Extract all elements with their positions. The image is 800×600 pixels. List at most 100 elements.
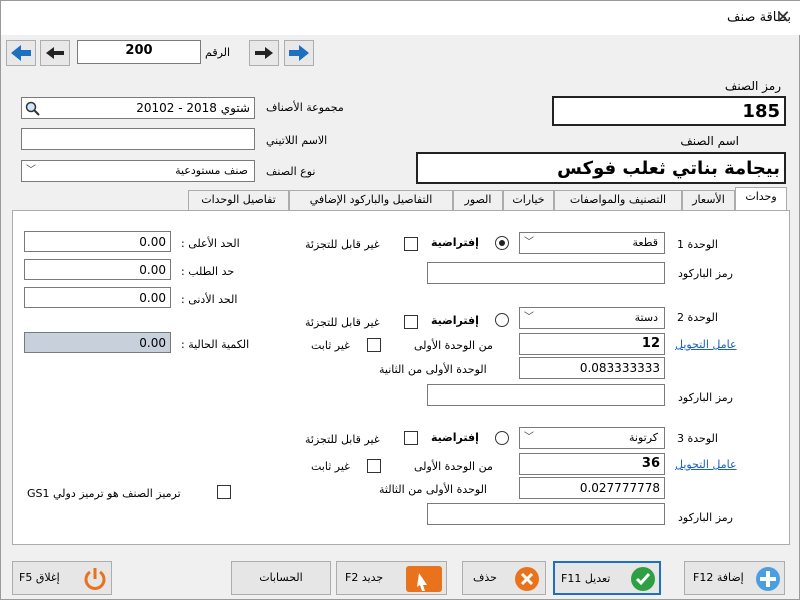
unit3-not-fixed-checkbox[interactable]: [367, 459, 381, 473]
max-limit-label: الحد الأعلى :: [181, 237, 240, 250]
new-document-icon: [406, 566, 442, 592]
x-circle-icon: [515, 567, 539, 591]
unit2-barcode-field[interactable]: [427, 384, 665, 406]
unit3-factor-link[interactable]: عامل التحويل: [675, 458, 737, 471]
plus-circle-icon: [756, 567, 780, 591]
nav-prev-button[interactable]: [40, 40, 70, 66]
order-limit-field[interactable]: 0.00: [24, 259, 171, 280]
power-icon: [84, 568, 106, 590]
item-group-field[interactable]: 20102 - شتوي 2018: [21, 97, 255, 119]
gs1-label: ترميز الصنف هو ترميز دولي GS1: [27, 487, 181, 500]
delete-label: حذف: [473, 571, 497, 584]
unit3-value: كرتونة: [628, 431, 658, 444]
unit3-indivisible-checkbox[interactable]: [404, 431, 418, 445]
unit2-default-radio[interactable]: [495, 313, 509, 327]
dialog-window: بطاقة صنف ✕ 200 الرقم رمز الصنف 185 اسم …: [0, 0, 800, 600]
unit1-select[interactable]: ﹀ قطعة: [519, 232, 665, 254]
item-code-label: رمز الصنف: [724, 79, 781, 93]
unit2-from-first-field[interactable]: 12: [519, 333, 665, 355]
item-type-value: صنف مستودعية: [175, 164, 248, 177]
unit2-label: الوحدة 2: [677, 311, 718, 324]
tab-classification[interactable]: التصنيف والمواصفات: [554, 190, 682, 210]
unit2-not-fixed-label: غير ثابت: [311, 339, 350, 352]
item-group-label: مجموعة الأصناف: [266, 101, 344, 114]
item-name-field[interactable]: بيجامة بناتي ثعلب فوكس: [416, 152, 786, 184]
unit3-select[interactable]: ﹀ كرتونة: [519, 427, 665, 449]
unit2-indivisible-checkbox[interactable]: [404, 315, 418, 329]
unit2-factor-link[interactable]: عامل التحويل: [675, 338, 737, 351]
close-window-button[interactable]: ✕: [769, 5, 797, 31]
min-limit-label: الحد الأدنى :: [181, 293, 238, 306]
nav-next-button[interactable]: [249, 40, 279, 66]
nav-last-button[interactable]: [6, 40, 36, 66]
chevron-down-icon: ﹀: [524, 237, 534, 248]
gs1-checkbox[interactable]: [217, 485, 231, 499]
unit3-barcode-field[interactable]: [427, 503, 665, 525]
unit3-not-fixed-label: غير ثابت: [311, 460, 350, 473]
item-code-field[interactable]: 185: [552, 96, 786, 126]
item-type-select[interactable]: ﹀ صنف مستودعية: [21, 160, 255, 182]
check-circle-icon: [631, 567, 655, 591]
close-button[interactable]: إغلاق F5: [12, 561, 112, 595]
unit3-first-from-field[interactable]: 0.027777778: [519, 477, 665, 499]
unit1-barcode-field[interactable]: [427, 262, 665, 284]
unit2-select[interactable]: ﹀ دستة: [519, 307, 665, 329]
nav-first-button[interactable]: [284, 40, 314, 66]
arrow-left-blue-icon: [11, 45, 31, 61]
chevron-down-icon: ﹀: [524, 432, 534, 443]
chevron-down-icon: ﹀: [26, 165, 36, 176]
unit1-value: قطعة: [632, 236, 659, 249]
title-bar: بطاقة صنف ✕: [1, 1, 800, 35]
delete-button[interactable]: حذف: [462, 561, 546, 595]
current-qty-label: الكمية الحالية :: [181, 338, 250, 351]
record-number-label: الرقم: [205, 46, 231, 59]
unit2-default-label: إفتراضية: [431, 314, 479, 327]
item-group-value: 20102 - شتوي 2018: [136, 101, 250, 115]
item-name-label: اسم الصنف: [680, 134, 739, 148]
arrow-left-icon: [46, 47, 64, 59]
unit3-default-radio[interactable]: [495, 431, 509, 445]
add-button[interactable]: إضافة F12: [684, 561, 785, 595]
unit1-barcode-label: رمز الباركود: [678, 267, 733, 280]
edit-button[interactable]: تعديل F11: [553, 561, 661, 595]
unit3-indivisible-label: غير قابل للتجزئة: [305, 433, 380, 446]
unit3-from-first-label: من الوحدة الأولى: [414, 460, 493, 473]
unit2-indivisible-label: غير قابل للتجزئة: [305, 316, 380, 329]
unit3-default-label: إفتراضية: [431, 431, 479, 444]
current-qty-field: 0.00: [24, 332, 171, 353]
unit2-first-from-label: الوحدة الأولى من الثانية: [379, 363, 487, 376]
new-label: جديد F2: [345, 571, 384, 584]
new-button[interactable]: جديد F2: [336, 561, 447, 595]
latin-name-field[interactable]: [21, 128, 255, 150]
record-number-field[interactable]: 200: [77, 40, 201, 64]
arrow-right-blue-icon: [289, 45, 309, 61]
max-limit-field[interactable]: 0.00: [24, 231, 171, 252]
unit2-value: دستة: [634, 311, 658, 324]
order-limit-label: حد الطلب :: [181, 265, 235, 278]
unit3-from-first-field[interactable]: 36: [519, 453, 665, 475]
unit2-first-from-field[interactable]: 0.083333333: [519, 357, 665, 379]
unit2-barcode-label: رمز الباركود: [678, 391, 733, 404]
tab-prices[interactable]: الأسعار: [682, 190, 735, 210]
unit3-first-from-label: الوحدة الأولى من الثالثة: [379, 483, 487, 496]
latin-name-label: الاسم اللاتيني: [266, 134, 328, 147]
tab-unit-details[interactable]: تفاصيل الوحدات: [188, 190, 289, 210]
search-icon[interactable]: [25, 101, 41, 117]
unit3-barcode-label: رمز الباركود: [678, 511, 733, 524]
unit3-label: الوحدة 3: [677, 432, 718, 445]
unit1-indivisible-label: غير قابل للتجزئة: [305, 238, 380, 251]
unit2-not-fixed-checkbox[interactable]: [367, 338, 381, 352]
unit2-from-first-label: من الوحدة الأولى: [414, 339, 493, 352]
arrow-right-icon: [255, 47, 273, 59]
tab-options[interactable]: خيارات: [503, 190, 554, 210]
tab-units[interactable]: وحدات: [735, 187, 787, 211]
accounts-button[interactable]: الحسابات: [231, 561, 331, 595]
add-label: إضافة F12: [693, 571, 744, 584]
chevron-down-icon: ﹀: [524, 312, 534, 323]
min-limit-field[interactable]: 0.00: [24, 287, 171, 308]
unit1-indivisible-checkbox[interactable]: [404, 237, 418, 251]
tab-images[interactable]: الصور: [453, 190, 503, 210]
unit1-default-radio[interactable]: [495, 236, 509, 250]
tab-details-barcode[interactable]: التفاصيل والباركود الإضافي: [289, 190, 453, 210]
item-type-label: نوع الصنف: [266, 165, 316, 178]
